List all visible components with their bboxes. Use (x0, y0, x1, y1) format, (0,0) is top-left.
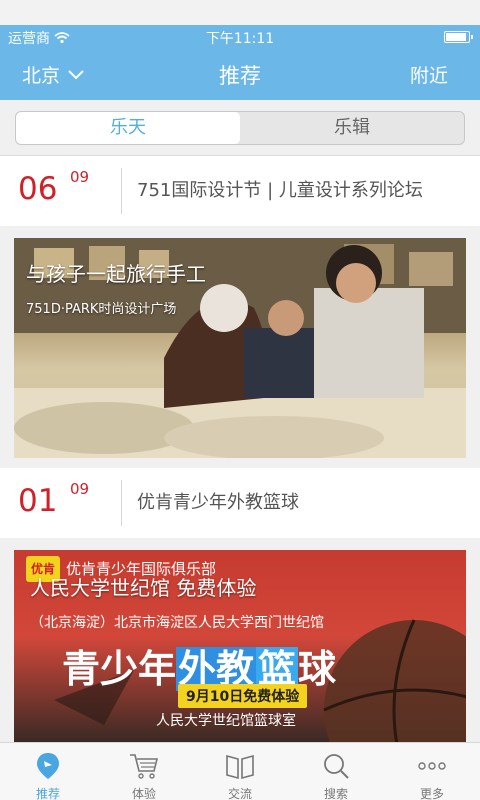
tab-search[interactable]: 搜索 (288, 743, 384, 800)
status-bar: 运营商 下午11:11 (0, 25, 480, 49)
event-day: 06 (18, 171, 58, 207)
tab-recommend[interactable]: 推荐 (0, 743, 96, 800)
divider (121, 168, 122, 214)
event-title: 优肯青少年外教篮球 (137, 492, 299, 513)
tab-experience[interactable]: 体验 (96, 743, 192, 800)
nav-bar: 北京 推荐 附近 (0, 49, 480, 100)
shopping-cart-icon (130, 754, 159, 779)
top-strip (0, 0, 480, 25)
image-subtitle: 751D·PARK时尚设计广场 (26, 302, 177, 317)
more-icon (418, 762, 446, 770)
status-time: 下午11:11 (205, 31, 275, 47)
battery-icon (444, 31, 473, 43)
tab-more[interactable]: 更多 (384, 743, 480, 800)
event-day: 01 (18, 483, 58, 519)
big-title-part: 青少年 (62, 647, 177, 691)
event-image[interactable]: 与孩子一起旅行手工 751D·PARK时尚设计广场 (14, 238, 466, 458)
event-row[interactable]: 01 09 优肯青少年外教篮球 (0, 468, 480, 538)
nearby-button[interactable]: 附近 (410, 61, 448, 88)
tab-label: 推荐 (35, 787, 60, 800)
poster-address: （北京海淀）北京市海淀区人民大学西门世纪馆 (30, 615, 324, 631)
page-title: 推荐 (219, 64, 261, 88)
poster-headline: 人民大学世纪馆 免费体验 (30, 576, 257, 600)
segment-bar: 乐天 乐辑 (0, 100, 480, 156)
search-icon (324, 754, 349, 779)
free-trial-badge: 9月10日免费体验 (178, 684, 308, 708)
tab-label: 更多 (419, 787, 444, 800)
event-month: 09 (70, 480, 90, 498)
tab-label: 交流 (227, 787, 252, 800)
location-pin-icon (37, 753, 59, 779)
tab-label: 搜索 (323, 787, 348, 800)
segmented-control: 乐天 乐辑 (15, 111, 465, 145)
event-row[interactable]: 06 09 751国际设计节 | 儿童设计系列论坛 (0, 156, 480, 226)
divider (121, 480, 122, 526)
tab-exchange[interactable]: 交流 (192, 743, 288, 800)
event-title: 751国际设计节 | 儿童设计系列论坛 (137, 180, 423, 201)
open-book-icon (226, 754, 254, 780)
tab-bar: 推荐 体验 交流 搜索 更多 (0, 742, 480, 800)
segment-letian[interactable]: 乐天 (16, 112, 240, 144)
event-poster[interactable]: 优肯 优肯青少年国际俱乐部 人民大学世纪馆 免费体验 （北京海淀）北京市海淀区人… (14, 550, 466, 742)
image-title: 与孩子一起旅行手工 (26, 262, 206, 286)
tab-label: 体验 (131, 787, 156, 800)
poster-venue: 人民大学世纪馆篮球室 (156, 713, 296, 729)
event-month: 09 (70, 168, 90, 186)
segment-leji[interactable]: 乐辑 (240, 112, 464, 144)
